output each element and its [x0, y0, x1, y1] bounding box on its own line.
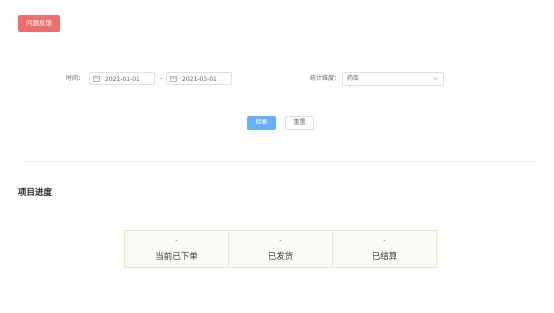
- stat-shipped: - 已发货: [229, 231, 333, 267]
- date-separator: -: [160, 75, 163, 83]
- calendar-icon: [93, 76, 100, 82]
- chevron-down-icon: [433, 77, 438, 81]
- progress-stats: - 当前已下单 - 已发货 - 已结算: [124, 230, 437, 268]
- stat-shipped-value: -: [279, 237, 282, 245]
- stat-shipped-label: 已发货: [267, 252, 294, 262]
- dimension-select[interactable]: 药库: [342, 72, 444, 86]
- stat-ordered-label: 当前已下单: [155, 252, 198, 262]
- divider: [24, 161, 536, 162]
- dimension-label: 统计维度：: [310, 75, 341, 82]
- reset-button[interactable]: 重置: [285, 116, 314, 130]
- dimension-select-value: 药库: [347, 75, 360, 82]
- stat-ordered: - 当前已下单: [125, 231, 229, 267]
- search-button[interactable]: 检索: [247, 116, 276, 130]
- stat-settled-label: 已结算: [371, 252, 398, 262]
- time-label: 时间：: [66, 75, 85, 82]
- stat-settled-value: -: [383, 237, 386, 245]
- end-date-input[interactable]: 2021-03-01: [166, 72, 232, 85]
- start-date-input[interactable]: 2021-01-01: [89, 72, 155, 85]
- stat-settled: - 已结算: [333, 231, 436, 267]
- calendar-icon: [170, 76, 177, 82]
- feedback-button[interactable]: 问题反馈: [18, 15, 60, 32]
- start-date-value: 2021-01-01: [105, 76, 140, 83]
- stat-ordered-value: -: [175, 237, 178, 245]
- section-title: 项目进度: [18, 188, 53, 198]
- end-date-value: 2021-03-01: [182, 76, 217, 83]
